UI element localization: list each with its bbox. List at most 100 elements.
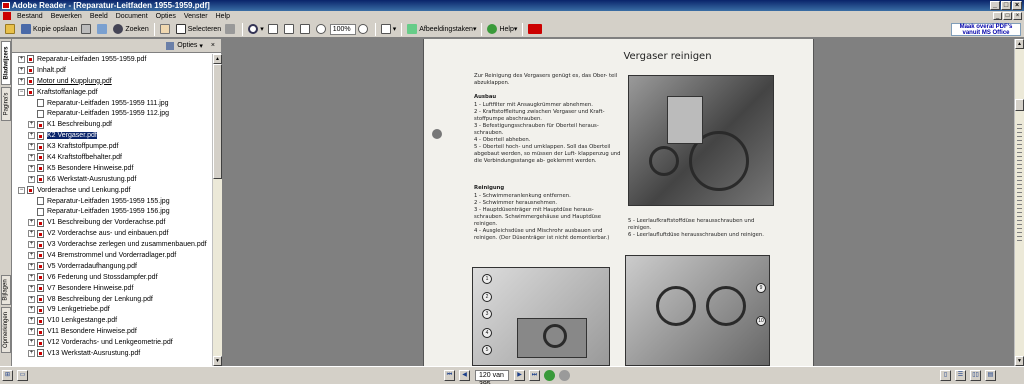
continuous-facing-button[interactable]: ▤: [985, 370, 996, 381]
expand-icon[interactable]: +: [28, 251, 35, 259]
document-area[interactable]: Vergaser reinigen Zur Reinigung des Verg…: [223, 39, 1014, 366]
expand-icon[interactable]: +: [28, 273, 35, 281]
bookmark-item[interactable]: + Inhalt.pdf: [12, 65, 212, 76]
collapse-icon[interactable]: −: [18, 88, 25, 96]
document-scrollbar[interactable]: ▲ ▼: [1014, 39, 1024, 366]
adobe-logo-button[interactable]: [526, 22, 546, 36]
expand-icon[interactable]: +: [18, 66, 25, 74]
image-tasks-button[interactable]: Afbeeldingstaken ▾: [405, 22, 478, 36]
bookmark-item[interactable]: + V12 Vorderachs- und Lenkgeometrie.pdf: [12, 337, 212, 348]
scroll-thumb[interactable]: [1015, 99, 1024, 111]
menu-bewerken[interactable]: Bewerken: [47, 13, 86, 20]
expand-icon[interactable]: +: [28, 153, 35, 161]
bookmark-item[interactable]: − Vorderachse und Lenkung.pdf: [12, 185, 212, 196]
bookmark-item[interactable]: + K4 Kraftstoffbehalter.pdf: [12, 152, 212, 163]
bookmark-item[interactable]: + V10 Lenkgestange.pdf: [12, 315, 212, 326]
pdf-page[interactable]: Vergaser reinigen Zur Reinigung des Verg…: [423, 39, 814, 366]
expand-icon[interactable]: +: [28, 349, 35, 357]
close-button[interactable]: ×: [1012, 1, 1022, 10]
expand-icon[interactable]: +: [28, 284, 35, 292]
hand-tool-button[interactable]: [158, 22, 174, 36]
expand-icon[interactable]: +: [28, 219, 35, 227]
expand-icon[interactable]: +: [28, 317, 35, 325]
bookmark-item[interactable]: Reparatur-Leitfaden 1955-1959 155.jpg: [12, 196, 212, 207]
collapse-icon[interactable]: −: [18, 186, 25, 194]
scroll-down-arrow[interactable]: ▼: [1015, 356, 1024, 366]
bookmark-item[interactable]: + V4 Bremstrommel und Vorderradlager.pdf: [12, 250, 212, 261]
bookmark-item[interactable]: + V5 Vorderradaufhangung.pdf: [12, 261, 212, 272]
menu-help[interactable]: Help: [212, 13, 234, 20]
doc-close-button[interactable]: ×: [1013, 12, 1022, 20]
fit-page-button[interactable]: [282, 22, 298, 36]
next-page-button[interactable]: ▶: [514, 370, 525, 381]
bookmark-item[interactable]: + V3 Vorderachse zerlegen und zusammenbau…: [12, 239, 212, 250]
bookmark-item[interactable]: + V11 Besondere Hinweise.pdf: [12, 326, 212, 337]
scroll-up-arrow[interactable]: ▲: [1015, 39, 1024, 49]
expand-icon[interactable]: +: [28, 175, 35, 183]
expand-icon[interactable]: +: [28, 121, 35, 129]
bookmark-item[interactable]: + V7 Besondere Hinweise.pdf: [12, 283, 212, 294]
doc-restore-button[interactable]: □: [1003, 12, 1012, 20]
options-button[interactable]: Opties: [177, 42, 197, 49]
document-icon[interactable]: [3, 12, 11, 20]
select-tool-button[interactable]: Selecteren: [174, 22, 223, 36]
expand-icon[interactable]: +: [18, 77, 25, 85]
bookmark-item[interactable]: + K5 Besondere Hinweise.pdf: [12, 163, 212, 174]
bookmark-item[interactable]: + V1 Beschreibung der Vorderachse.pdf: [12, 217, 212, 228]
forward-view-button[interactable]: [559, 370, 570, 381]
tab-attachments[interactable]: Bijlagen: [1, 275, 11, 305]
first-page-button[interactable]: ⏮: [444, 370, 455, 381]
promo-link[interactable]: Maak overal PDF's vanuit MS Office: [951, 23, 1021, 36]
expand-icon[interactable]: +: [28, 295, 35, 303]
tab-bookmarks[interactable]: Bladwijzers: [1, 41, 11, 85]
bookmark-item[interactable]: Reparatur-Leitfaden 1955-1959 112.jpg: [12, 108, 212, 119]
tab-comments[interactable]: Opmerkingen: [1, 307, 11, 353]
bookmark-item[interactable]: + V6 Federung und Stossdampfer.pdf: [12, 272, 212, 283]
bookmark-item[interactable]: + V2 Vorderachse aus- und einbauen.pdf: [12, 228, 212, 239]
zoom-in-button[interactable]: [356, 22, 372, 36]
help-button[interactable]: Help ▾: [485, 22, 519, 36]
bookmark-item[interactable]: + Motor und Kupplung.pdf: [12, 76, 212, 87]
scroll-thumb[interactable]: [213, 64, 222, 179]
bookmark-item[interactable]: + K6 Werkstatt-Ausrustung.pdf: [12, 174, 212, 185]
minimize-button[interactable]: _: [990, 1, 1000, 10]
menu-document[interactable]: Document: [112, 13, 152, 20]
menu-opties[interactable]: Opties: [152, 13, 180, 20]
bookmark-item[interactable]: + K1 Beschreibung.pdf: [12, 119, 212, 130]
maximize-button[interactable]: □: [1001, 1, 1011, 10]
expand-icon[interactable]: +: [28, 132, 35, 140]
rotate-button[interactable]: ▾: [379, 22, 399, 36]
panel-close-button[interactable]: ×: [211, 42, 215, 49]
scroll-down-arrow[interactable]: ▼: [213, 356, 222, 366]
menu-bestand[interactable]: Bestand: [13, 13, 47, 20]
doc-minimize-button[interactable]: _: [993, 12, 1002, 20]
expand-icon[interactable]: +: [28, 339, 35, 347]
snapshot-button[interactable]: [223, 22, 239, 36]
zoom-out-button[interactable]: [314, 22, 330, 36]
expand-icon[interactable]: +: [28, 143, 35, 151]
menu-venster[interactable]: Venster: [180, 13, 212, 20]
back-view-button[interactable]: [544, 370, 555, 381]
expand-icon[interactable]: +: [28, 230, 35, 238]
open-button[interactable]: [3, 22, 19, 36]
expand-icon[interactable]: +: [18, 55, 25, 63]
bookmark-item[interactable]: + Reparatur-Leitfaden 1955-1959.pdf: [12, 54, 212, 65]
last-page-button[interactable]: ⏭: [529, 370, 540, 381]
zoom-tool-button[interactable]: ▾: [246, 22, 266, 36]
page-number-field[interactable]: 120 van 395: [475, 370, 509, 384]
bookmark-item[interactable]: − Kraftstoffanlage.pdf: [12, 87, 212, 98]
panel-scrollbar[interactable]: ▲ ▼: [212, 54, 222, 366]
page-size-button[interactable]: ▭: [17, 370, 28, 381]
expand-icon[interactable]: +: [28, 164, 35, 172]
save-copy-button[interactable]: Kopie opslaan: [19, 22, 79, 36]
bookmark-item[interactable]: + K2 Vergaser.pdf: [12, 130, 212, 141]
bookmark-item[interactable]: + V9 Lenkgetriebe.pdf: [12, 304, 212, 315]
zoom-field[interactable]: 100%: [329, 23, 356, 35]
expand-icon[interactable]: +: [28, 306, 35, 314]
bookmark-item[interactable]: Reparatur-Leitfaden 1955-1959 156.jpg: [12, 206, 212, 217]
bookmark-item[interactable]: + V8 Beschreibung der Lenkung.pdf: [12, 294, 212, 305]
email-button[interactable]: [95, 22, 111, 36]
menu-beeld[interactable]: Beeld: [86, 13, 112, 20]
search-button[interactable]: Zoeken: [111, 22, 150, 36]
bookmark-item[interactable]: Reparatur-Leitfaden 1955-1959 111.jpg: [12, 98, 212, 109]
